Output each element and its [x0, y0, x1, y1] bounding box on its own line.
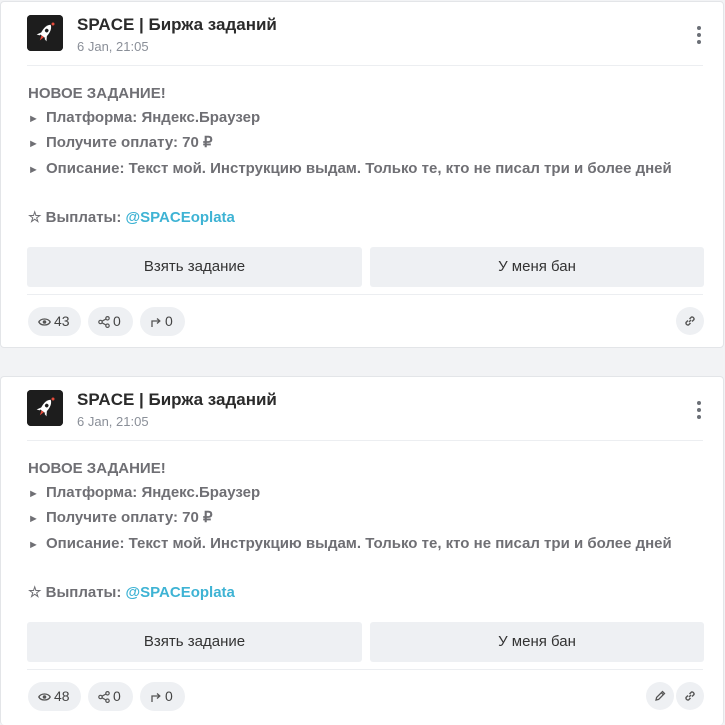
post-header: SPACE | Биржа заданий 6 Jan, 21:05 — [27, 15, 703, 65]
eye-icon — [38, 693, 51, 701]
more-vertical-icon[interactable] — [695, 25, 703, 45]
bullet-item: ► Описание: Текст мой. Инструкцию выдам. … — [28, 532, 707, 558]
edit-button[interactable] — [646, 682, 674, 710]
copy-link-button[interactable] — [676, 682, 704, 710]
shares-counter[interactable]: 0 — [88, 307, 133, 336]
channel-avatar[interactable] — [27, 390, 63, 426]
post-card: SPACE | Биржа заданий 6 Jan, 21:05 НОВОЕ… — [0, 1, 724, 348]
payments-line: ☆ Выплаты: @SPACEoplata — [28, 206, 707, 230]
link-icon — [685, 691, 695, 701]
post-text: НОВОЕ ЗАДАНИЕ! ► Платформа: Яндекс.Браузе… — [28, 457, 707, 605]
share-icon — [98, 691, 110, 704]
banned-button[interactable]: У меня бан — [370, 622, 704, 662]
payments-link[interactable]: @SPACEoplata — [126, 209, 235, 226]
bullet-marker-icon: ► — [28, 138, 39, 150]
divider — [27, 440, 703, 441]
divider — [27, 65, 703, 66]
bullet-item: ► Получите оплату: 70 ₽ — [28, 131, 707, 157]
rocket-icon — [27, 15, 63, 51]
bullet-marker-icon: ► — [28, 163, 39, 176]
post-header: SPACE | Биржа заданий 6 Jan, 21:05 — [27, 390, 703, 440]
bullet-item: ► Платформа: Яндекс.Браузер — [28, 481, 707, 507]
more-vertical-icon[interactable] — [695, 400, 703, 420]
forwards-counter[interactable]: 0 — [140, 307, 185, 336]
channel-avatar[interactable] — [27, 15, 63, 51]
views-counter[interactable]: 43 — [28, 307, 81, 336]
take-task-button[interactable]: Взять задание — [27, 247, 362, 287]
eye-icon — [38, 318, 51, 326]
payments-link[interactable]: @SPACEoplata — [126, 584, 235, 601]
bullet-marker-icon: ► — [28, 513, 39, 525]
post-card: SPACE | Биржа заданий 6 Jan, 21:05 НОВОЕ… — [0, 376, 724, 725]
bullet-item: ► Платформа: Яндекс.Браузер — [28, 106, 707, 132]
payments-label: ☆ Выплаты: — [28, 209, 126, 226]
post-heading: НОВОЕ ЗАДАНИЕ! — [28, 460, 166, 477]
link-icon — [685, 316, 695, 326]
forward-icon — [151, 693, 161, 703]
rocket-icon — [27, 390, 63, 426]
bullet-marker-icon: ► — [28, 112, 39, 125]
views-counter[interactable]: 48 — [28, 682, 81, 711]
bullet-marker-icon: ► — [28, 487, 39, 500]
take-task-button[interactable]: Взять задание — [27, 622, 362, 662]
bullet-marker-icon: ► — [28, 538, 39, 551]
payments-label: ☆ Выплаты: — [28, 584, 126, 601]
copy-link-button[interactable] — [676, 307, 704, 335]
banned-button[interactable]: У меня бан — [370, 247, 704, 287]
post-time: 6 Jan, 21:05 — [77, 39, 149, 54]
divider — [27, 294, 703, 295]
channel-name[interactable]: SPACE | Биржа заданий — [77, 390, 277, 410]
bullet-item: ► Получите оплату: 70 ₽ — [28, 506, 707, 532]
shares-counter[interactable]: 0 — [88, 682, 133, 711]
forwards-counter[interactable]: 0 — [140, 682, 185, 711]
forward-icon — [151, 318, 161, 328]
post-text: НОВОЕ ЗАДАНИЕ! ► Платформа: Яндекс.Браузе… — [28, 82, 707, 230]
divider — [27, 669, 703, 670]
payments-line: ☆ Выплаты: @SPACEoplata — [28, 581, 707, 605]
bullet-item: ► Описание: Текст мой. Инструкцию выдам. … — [28, 157, 707, 183]
post-time: 6 Jan, 21:05 — [77, 414, 149, 429]
channel-name[interactable]: SPACE | Биржа заданий — [77, 15, 277, 35]
pencil-icon — [655, 690, 666, 701]
post-heading: НОВОЕ ЗАДАНИЕ! — [28, 85, 166, 102]
share-icon — [98, 316, 110, 329]
